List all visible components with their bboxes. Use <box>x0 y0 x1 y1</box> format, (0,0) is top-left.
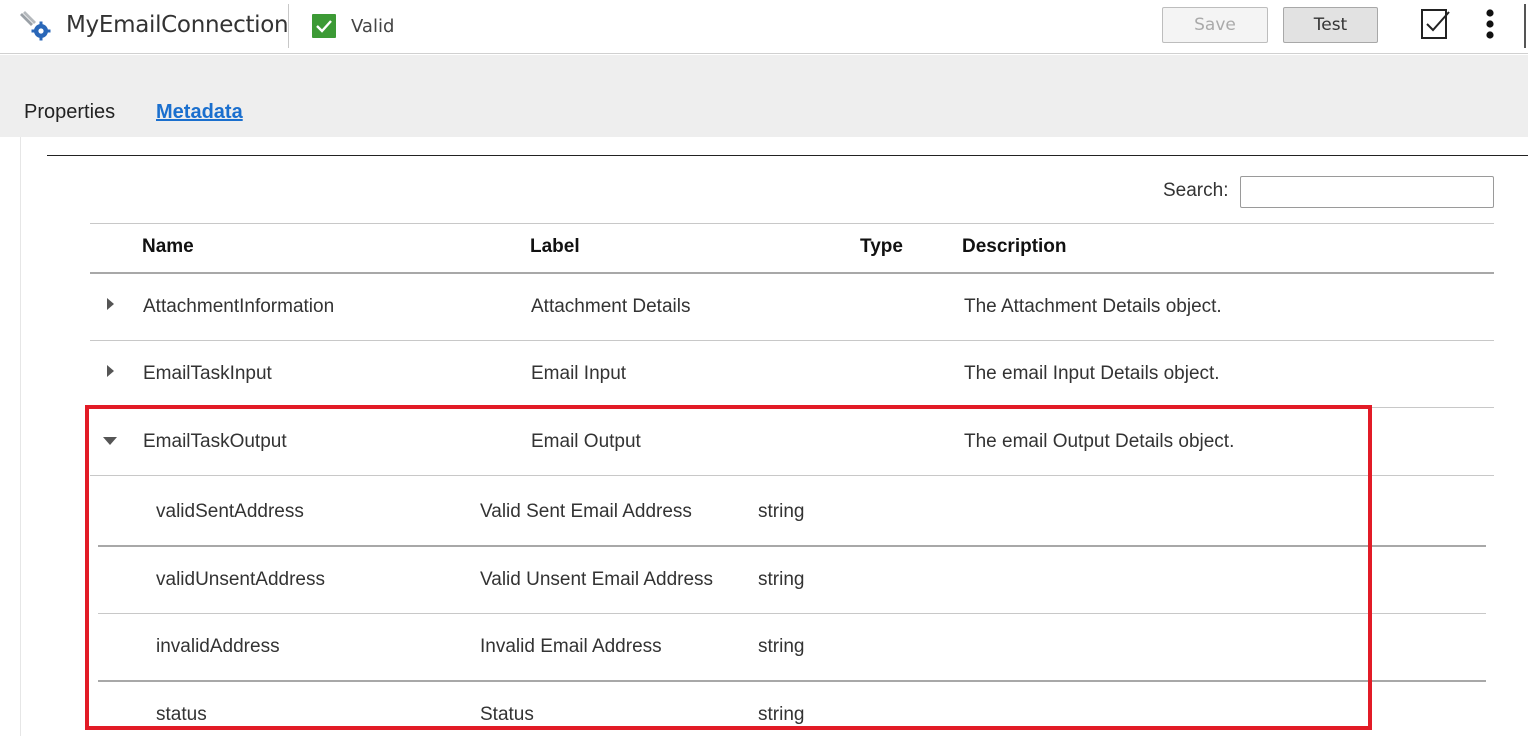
check-icon <box>312 14 336 38</box>
expand-caret-icon[interactable] <box>105 364 117 378</box>
child-row-name: invalidAddress <box>156 636 280 657</box>
table-header-rule <box>90 272 1494 274</box>
panel-top-rule <box>47 155 1528 156</box>
validate-icon[interactable] <box>1418 6 1452 42</box>
row-divider <box>90 340 1494 341</box>
tab-properties[interactable]: Properties <box>24 101 115 124</box>
child-row-divider <box>98 545 1486 547</box>
app-header: MyEmailConnection Valid Save Test <box>0 0 1528 54</box>
child-row-type: string <box>758 636 805 657</box>
header-edge-divider <box>1524 4 1526 48</box>
tab-metadata[interactable]: Metadata <box>156 101 243 124</box>
child-row-divider <box>98 613 1486 614</box>
child-row-divider <box>98 680 1486 682</box>
child-row-label: Valid Sent Email Address <box>480 501 692 522</box>
column-header-name[interactable]: Name <box>142 236 194 258</box>
child-row-label: Invalid Email Address <box>480 636 662 657</box>
child-row-type: string <box>758 501 805 522</box>
child-row-label: Valid Unsent Email Address <box>480 569 714 590</box>
expand-caret-icon[interactable] <box>105 297 117 311</box>
row-description: The email Input Details object. <box>964 363 1220 384</box>
collapse-caret-icon[interactable] <box>102 433 118 445</box>
child-row-name: validUnsentAddress <box>156 569 325 590</box>
row-label: Attachment Details <box>531 296 691 317</box>
row-description: The email Output Details object. <box>964 431 1235 452</box>
child-row-type: string <box>758 704 805 725</box>
test-button[interactable]: Test <box>1283 7 1378 43</box>
tab-bar <box>0 55 1528 137</box>
table-top-rule <box>90 223 1494 224</box>
row-description: The Attachment Details object. <box>964 296 1222 317</box>
row-name: AttachmentInformation <box>143 296 335 317</box>
status-label: Valid <box>351 16 395 37</box>
connection-gear-icon <box>19 9 53 41</box>
row-name: EmailTaskInput <box>143 363 272 384</box>
header-divider <box>288 4 289 48</box>
row-label: Email Input <box>531 363 627 384</box>
child-row-name: validSentAddress <box>156 501 304 522</box>
search-label: Search: <box>1163 180 1229 201</box>
row-divider <box>90 475 1494 476</box>
save-button[interactable]: Save <box>1162 7 1268 43</box>
row-divider <box>90 407 1494 408</box>
column-header-description[interactable]: Description <box>962 236 1067 258</box>
child-row-name: status <box>156 704 207 725</box>
row-name: EmailTaskOutput <box>143 431 287 452</box>
row-label: Email Output <box>531 431 641 452</box>
search-input[interactable] <box>1240 176 1494 208</box>
app-title: MyEmailConnection <box>66 12 289 38</box>
more-vertical-icon[interactable] <box>1480 8 1500 42</box>
column-header-label[interactable]: Label <box>530 236 580 258</box>
child-row-type: string <box>758 569 805 590</box>
child-row-label: Status <box>480 704 534 725</box>
column-header-type[interactable]: Type <box>860 236 903 258</box>
